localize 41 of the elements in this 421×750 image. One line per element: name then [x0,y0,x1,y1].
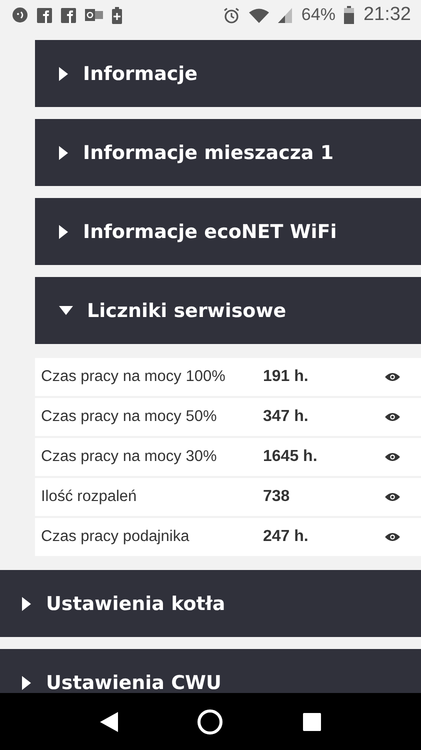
clock-time: 21:32 [363,4,411,26]
caret-right-icon [59,146,69,160]
section-header[interactable]: Informacje mieszacza 1 [35,119,421,186]
caret-right-icon [22,596,32,610]
recents-icon[interactable] [303,712,322,730]
eye-icon[interactable] [385,372,400,382]
back-icon[interactable] [100,712,118,732]
eye-icon[interactable] [385,532,400,542]
chat-icon [12,7,28,23]
home-icon[interactable] [197,708,224,734]
counter-value: 247 h. [263,528,310,546]
section-header[interactable]: Ustawienia kotła [0,570,421,637]
battery-percentage: 64% [301,5,336,25]
eye-icon[interactable] [385,452,400,462]
wifi-icon [249,8,270,22]
counter-value: 1645 h. [263,448,318,466]
signal-icon [278,8,292,22]
counter-label: Czas pracy na mocy 30% [41,448,218,466]
caret-right-icon [59,66,69,80]
counter-label: Ilość rozpaleń [41,488,138,506]
facebook-icon [37,8,52,22]
eye-icon[interactable] [385,412,400,422]
alarm-clock-icon [223,6,240,24]
caret-right-icon [59,224,69,238]
section-header[interactable]: Informacje [35,40,421,107]
section-header[interactable]: Liczniki serwisowe [35,277,421,344]
battery-charging-icon [112,6,122,24]
counter-label: Czas pracy na mocy 50% [41,408,218,426]
counter-value: 738 [263,488,291,506]
caret-down-icon [59,306,73,316]
counter-label: Czas pracy na mocy 100% [41,368,226,386]
facebook-icon [61,8,76,22]
battery-icon [344,6,354,24]
caret-right-icon [22,676,32,690]
eye-icon[interactable] [385,492,400,502]
counter-label: Czas pracy podajnika [41,528,190,546]
outlook-icon [85,8,103,22]
counter-value: 347 h. [263,408,310,426]
section-header[interactable]: Ustawienia CWU [0,649,421,693]
section-header[interactable]: Informacje ecoNET WiFi [35,198,421,265]
counter-value: 191 h. [263,368,310,386]
